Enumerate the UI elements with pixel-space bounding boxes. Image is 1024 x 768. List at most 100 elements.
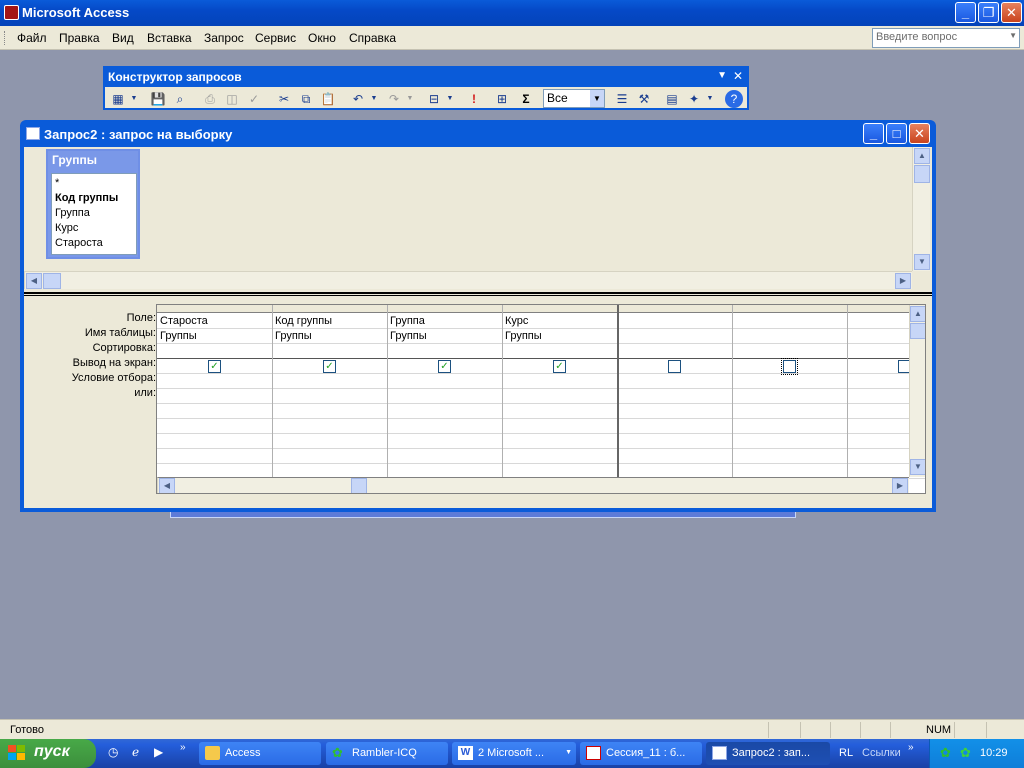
scroll-down-icon[interactable]: ▼ [914, 254, 930, 270]
scroll-up-icon[interactable]: ▲ [914, 148, 930, 164]
quicklaunch-clock-icon[interactable]: ◷ [108, 745, 124, 761]
field-item[interactable]: Группа [55, 206, 133, 221]
sigma-icon[interactable]: Σ [517, 90, 535, 108]
view-dropdown-icon[interactable]: ▼ [125, 90, 143, 108]
grid-field-cell[interactable]: Курс [505, 315, 528, 327]
row-label-show: Вывод на экран: [72, 357, 156, 369]
menu-grip[interactable] [4, 31, 7, 45]
pane-splitter[interactable] [24, 292, 932, 296]
access-app-icon[interactable] [4, 5, 19, 20]
toolbar-options-icon[interactable]: ▼ [717, 70, 727, 81]
build-icon[interactable]: ⚒ [635, 90, 653, 108]
show-checkbox[interactable]: ✓ [208, 360, 221, 373]
scroll-thumb[interactable] [43, 273, 61, 289]
database-window-icon[interactable]: ▤ [663, 90, 681, 108]
show-checkbox[interactable] [668, 360, 681, 373]
grid-vertical-scrollbar[interactable]: ▲ ▼ [909, 305, 925, 477]
table-field-list[interactable]: Группы * Код группы Группа Курс Староста [46, 149, 140, 259]
field-item-primary-key[interactable]: Код группы [55, 191, 133, 206]
quicklaunch-more-icon[interactable]: » [180, 742, 196, 758]
print-icon[interactable]: ⎙ [201, 90, 219, 108]
network-tray-icon[interactable]: ✿ [940, 745, 951, 761]
scroll-right-icon[interactable]: ▶ [895, 273, 911, 289]
task-microsoft-word[interactable]: W 2 Microsoft ... ▼ [452, 742, 576, 765]
grid-table-cell[interactable]: Группы [505, 330, 542, 342]
query-close-button[interactable]: ✕ [909, 123, 930, 144]
minimize-button[interactable]: _ [955, 2, 976, 23]
field-item[interactable]: Староста [55, 236, 133, 251]
show-checkbox[interactable]: ✓ [438, 360, 451, 373]
grid-field-cell[interactable]: Код группы [275, 315, 332, 327]
grid-horizontal-scrollbar[interactable]: ◀ ▶ [157, 477, 909, 493]
menu-tools[interactable]: Сервис [255, 31, 296, 45]
menu-query[interactable]: Запрос [204, 31, 244, 45]
scroll-thumb[interactable] [351, 478, 367, 493]
app-title: Microsoft Access [22, 5, 130, 20]
scroll-down-icon[interactable]: ▼ [910, 459, 925, 475]
scroll-right-icon[interactable]: ▶ [892, 478, 908, 493]
grid-field-cell[interactable]: Группа [390, 315, 425, 327]
show-checkbox[interactable]: ✓ [323, 360, 336, 373]
print-preview-icon[interactable]: ◫ [223, 90, 241, 108]
scroll-left-icon[interactable]: ◀ [159, 478, 175, 493]
quicklaunch-ie-icon[interactable]: ℯ [132, 745, 148, 761]
table-name[interactable]: Группы [52, 153, 97, 167]
paste-icon[interactable]: 📋 [319, 90, 337, 108]
new-object-dropdown-icon[interactable]: ▼ [701, 90, 719, 108]
links-toolbar[interactable]: Ссылки [862, 747, 901, 759]
show-checkbox-focused[interactable] [781, 358, 798, 375]
query-maximize-button[interactable]: □ [886, 123, 907, 144]
system-tray: ✿ ✿ [929, 739, 1024, 768]
query-minimize-button[interactable]: _ [863, 123, 884, 144]
query-type-dropdown-icon[interactable]: ▼ [441, 90, 459, 108]
show-checkbox[interactable]: ✓ [553, 360, 566, 373]
undo-dropdown-icon[interactable]: ▼ [365, 90, 383, 108]
chevron-down-icon[interactable]: ▼ [1009, 31, 1017, 40]
menu-window[interactable]: Окно [308, 31, 336, 45]
cut-icon[interactable]: ✂ [275, 90, 293, 108]
icq-tray-icon[interactable]: ✿ [960, 745, 971, 761]
upper-vertical-scrollbar[interactable]: ▲ ▼ [912, 147, 930, 271]
quicklaunch-media-icon[interactable]: ▶ [154, 745, 170, 761]
grid-field-cell[interactable]: Староста [160, 315, 208, 327]
chevron-down-icon[interactable]: ▼ [590, 90, 604, 107]
copy-icon[interactable]: ⧉ [297, 90, 315, 108]
scroll-thumb[interactable] [910, 323, 925, 339]
toolbar-close-icon[interactable]: ✕ [733, 69, 743, 83]
help-search-placeholder: Введите вопрос [876, 31, 958, 43]
task-rambler-icq[interactable]: ✿ Rambler-ICQ [326, 742, 448, 765]
restore-button[interactable]: ❐ [978, 2, 999, 23]
task-query2[interactable]: Запрос2 : зап... [706, 742, 830, 765]
search-file-icon[interactable]: ⌕ [171, 90, 189, 108]
task-session-db[interactable]: Сессия_11 : б... [580, 742, 702, 765]
help-search-input[interactable]: Введите вопрос ▼ [872, 28, 1020, 48]
task-access[interactable]: Access [199, 742, 321, 765]
menu-view[interactable]: Вид [112, 31, 134, 45]
scroll-up-icon[interactable]: ▲ [910, 306, 925, 322]
grid-table-cell[interactable]: Группы [390, 330, 427, 342]
scroll-thumb[interactable] [914, 165, 930, 183]
help-icon[interactable]: ? [725, 90, 743, 108]
top-values-select[interactable]: Все ▼ [543, 89, 605, 108]
grid-table-cell[interactable]: Группы [275, 330, 312, 342]
show-table-icon[interactable]: ⊞ [493, 90, 511, 108]
row-label-sort: Сортировка: [92, 342, 156, 354]
links-more-icon[interactable]: » [908, 742, 914, 753]
menu-help[interactable]: Справка [349, 31, 396, 45]
close-button[interactable]: ✕ [1001, 2, 1022, 23]
menu-file[interactable]: Файл [17, 31, 47, 45]
scroll-left-icon[interactable]: ◀ [26, 273, 42, 289]
save-icon[interactable]: 💾 [149, 90, 167, 108]
start-button[interactable]: пуск [0, 739, 96, 768]
exclamation-icon[interactable]: ! [465, 90, 483, 108]
language-indicator[interactable]: RL [839, 747, 853, 759]
redo-dropdown-icon[interactable]: ▼ [401, 90, 419, 108]
field-item[interactable]: Курс [55, 221, 133, 236]
menu-edit[interactable]: Правка [59, 31, 100, 45]
properties-icon[interactable]: ☰ [613, 90, 631, 108]
menu-insert[interactable]: Вставка [147, 31, 192, 45]
field-item[interactable]: * [55, 176, 133, 191]
grid-table-cell[interactable]: Группы [160, 330, 197, 342]
spelling-icon[interactable]: ✓ [245, 90, 263, 108]
upper-horizontal-scrollbar[interactable]: ◀ ▶ [24, 271, 912, 289]
